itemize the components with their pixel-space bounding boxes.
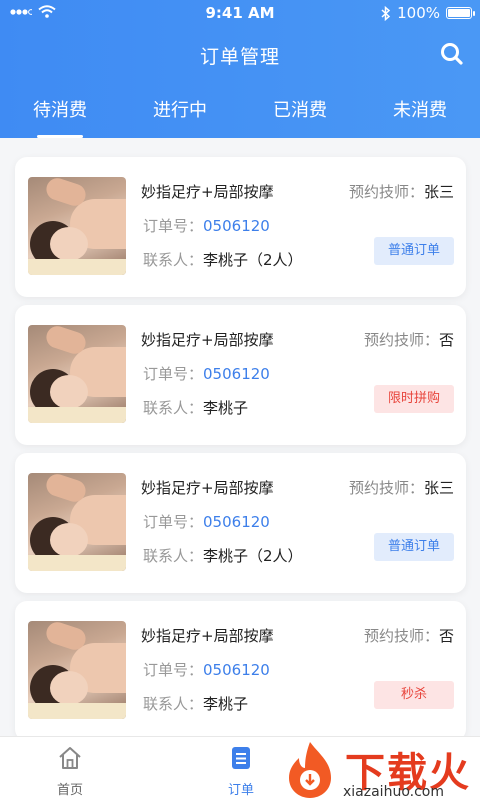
- technician-label: 预约技师：: [363, 331, 439, 349]
- contact-label: 联系人：: [143, 251, 204, 269]
- order-card[interactable]: 妙指足疗+局部按摩 预约技师：张三 订单号：0506120 联系人：李桃子（2人…: [15, 453, 466, 593]
- contact-label: 联系人：: [143, 547, 204, 565]
- massage-photo: [28, 621, 126, 719]
- order-card[interactable]: 妙指足疗+局部按摩 预约技师：否 订单号：0506120 联系人：李桃子 限时拼…: [15, 305, 466, 445]
- massage-photo: [28, 325, 126, 423]
- contact-label: 联系人：: [143, 399, 204, 417]
- contact-info: 联系人：李桃子: [143, 693, 248, 714]
- service-name: 妙指足疗+局部按摩: [141, 183, 274, 201]
- flame-logo-icon: [289, 742, 331, 798]
- contact-info: 联系人：李桃子（2人）: [143, 545, 303, 566]
- home-icon: [59, 747, 81, 769]
- order-number: 订单号：0506120: [143, 215, 270, 236]
- order-type-badge: 普通订单: [374, 533, 454, 561]
- technician-value: 张三: [423, 183, 454, 201]
- service-name: 妙指足疗+局部按摩: [141, 331, 274, 349]
- tab-consumed[interactable]: 已消费: [240, 96, 360, 138]
- contact-value: 李桃子: [203, 695, 249, 713]
- order-list-icon: [232, 747, 250, 769]
- nav-orders-label: 订单: [227, 783, 254, 798]
- order-type-badge: 普通订单: [374, 237, 454, 265]
- nav-home-label: 首页: [56, 783, 83, 798]
- technician-label: 预约技师：: [363, 627, 439, 645]
- tab-not-consumed[interactable]: 未消费: [360, 96, 480, 138]
- order-card[interactable]: 妙指足疗+局部按摩 预约技师：张三 订单号：0506120 联系人：李桃子（2人…: [15, 157, 466, 297]
- order-number-label: 订单号：: [143, 365, 204, 383]
- technician-value: 张三: [423, 479, 454, 497]
- contact-value: 李桃子: [203, 399, 249, 417]
- technician-info: 预约技师：张三: [349, 181, 454, 202]
- order-number-label: 订单号：: [143, 513, 204, 531]
- technician-value: 否: [438, 331, 454, 349]
- search-button[interactable]: [438, 40, 466, 68]
- order-number-value: 0506120: [203, 217, 270, 235]
- order-number-value: 0506120: [203, 661, 270, 679]
- order-card[interactable]: 妙指足疗+局部按摩 预约技师：否 订单号：0506120 联系人：李桃子 秒杀: [15, 601, 466, 741]
- order-number-label: 订单号：: [143, 661, 204, 679]
- order-type-badge: 秒杀: [374, 681, 454, 709]
- contact-value: 李桃子（2人）: [203, 547, 303, 565]
- order-number-value: 0506120: [203, 365, 270, 383]
- order-type-badge: 限时拼购: [374, 385, 454, 413]
- status-right: 100%: [381, 4, 475, 22]
- order-number: 订单号：0506120: [143, 363, 270, 384]
- battery-percent: 100%: [397, 4, 440, 22]
- watermark-logo: 下载火 xiazaihuo.com: [279, 738, 474, 800]
- technician-info: 预约技师：否: [364, 625, 454, 646]
- status-bar: 9:41 AM 100%: [0, 0, 480, 28]
- bluetooth-icon: [381, 5, 391, 21]
- contact-info: 联系人：李桃子（2人）: [143, 249, 303, 270]
- tab-in-progress[interactable]: 进行中: [120, 96, 240, 138]
- nav-orders[interactable]: 订单: [201, 743, 281, 798]
- contact-value: 李桃子（2人）: [203, 251, 303, 269]
- search-icon: [441, 43, 463, 65]
- contact-label: 联系人：: [143, 695, 204, 713]
- massage-photo: [28, 473, 126, 571]
- technician-value: 否: [438, 627, 454, 645]
- nav-home[interactable]: 首页: [30, 743, 110, 798]
- page-title: 订单管理: [199, 46, 280, 68]
- order-number: 订单号：0506120: [143, 511, 270, 532]
- tab-pending[interactable]: 待消费: [0, 96, 120, 138]
- technician-info: 预约技师：张三: [349, 477, 454, 498]
- contact-info: 联系人：李桃子: [143, 397, 248, 418]
- technician-label: 预约技师：: [348, 183, 424, 201]
- battery-icon: [446, 7, 475, 19]
- watermark-url: xiazaihuo.com: [343, 784, 444, 800]
- technician-info: 预约技师：否: [364, 329, 454, 350]
- massage-photo: [28, 177, 126, 275]
- order-number-value: 0506120: [203, 513, 270, 531]
- service-name: 妙指足疗+局部按摩: [141, 627, 274, 645]
- header: 9:41 AM 100% 订单管理 待消费 进行中 已消费 未消费: [0, 0, 480, 138]
- order-tabs: 待消费 进行中 已消费 未消费: [0, 96, 480, 138]
- order-number-label: 订单号：: [143, 217, 204, 235]
- service-name: 妙指足疗+局部按摩: [141, 479, 274, 497]
- order-number: 订单号：0506120: [143, 659, 270, 680]
- technician-label: 预约技师：: [348, 479, 424, 497]
